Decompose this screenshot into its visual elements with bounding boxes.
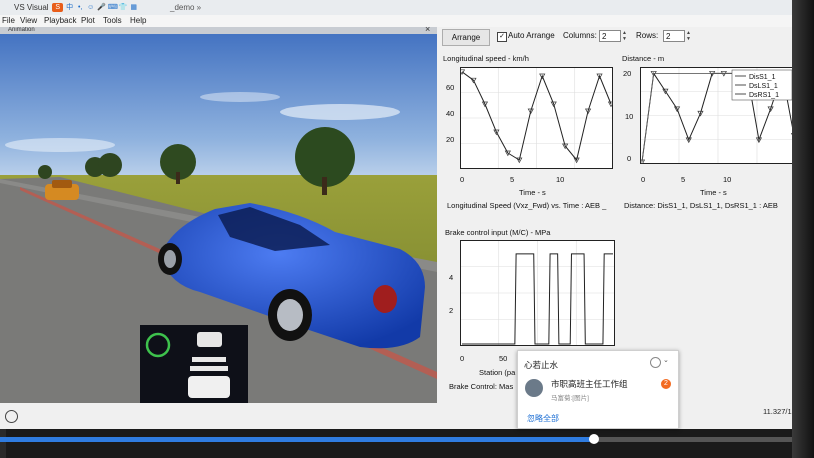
mic-icon[interactable]: 🎤 <box>97 3 106 12</box>
unread-badge: 2 <box>661 379 671 389</box>
x-tick: 0 <box>460 354 465 363</box>
brake-chart <box>460 240 615 346</box>
speed-plot[interactable]: Longitudinal speed - km/h 60 40 20 0 5 1… <box>439 49 617 214</box>
avatar <box>525 379 543 397</box>
monitor-bezel-right <box>792 0 814 458</box>
y-tick: 40 <box>446 109 455 118</box>
sogou-icon[interactable]: S <box>52 3 64 12</box>
playback-progress <box>0 437 594 442</box>
punctuation-icon[interactable]: •, <box>76 3 85 12</box>
group-name[interactable]: 市职高班主任工作组 <box>551 378 628 390</box>
x-tick: 50 <box>499 354 508 363</box>
chevron-down-icon[interactable]: ⌄ <box>663 356 669 364</box>
menu-help[interactable]: Help <box>130 16 146 25</box>
app-logo-icon <box>5 410 18 423</box>
y-tick: 20 <box>623 69 632 78</box>
speed-x-label: Time - s <box>519 188 546 197</box>
y-tick: 60 <box>446 83 455 92</box>
window-title: VS Visual <box>14 3 49 12</box>
y-tick: 10 <box>625 112 634 121</box>
ime-toolbar[interactable]: S 中 •, ☺ 🎤 ⌨ 👕 ▦ <box>52 1 138 14</box>
document-title: _demo » <box>170 3 202 12</box>
x-tick: 0 <box>641 175 646 184</box>
y-tick: 20 <box>446 135 455 144</box>
viewport-label: Animation <box>0 27 437 34</box>
ignore-all-link[interactable]: 忽略全部 <box>527 413 559 424</box>
animation-viewport[interactable]: Animation <box>0 27 437 403</box>
menu-plot[interactable]: Plot <box>81 16 95 25</box>
columns-field[interactable]: 2 <box>599 30 621 42</box>
speed-plot-title: Longitudinal speed - km/h <box>443 54 529 63</box>
distance-chart: DisS1_1 DsLS1_1 DsRS1_1 <box>640 67 796 164</box>
x-tick: 10 <box>556 175 565 184</box>
title-bar: VS Visual S 中 •, ☺ 🎤 ⌨ 👕 ▦ _demo » <box>0 0 792 15</box>
distance-plot-title: Distance - m <box>622 54 665 63</box>
arrange-button[interactable]: Arrange <box>442 29 490 46</box>
brake-plot-title: Brake control input (M/C) - MPa <box>445 228 551 237</box>
message-preview: 马富菊:[图片] <box>551 395 589 402</box>
brake-x-label: Station (pa <box>479 368 516 377</box>
x-tick: 5 <box>681 175 686 184</box>
close-icon[interactable]: × <box>425 24 430 34</box>
columns-stepper[interactable]: ▲ ▼ <box>621 30 628 42</box>
toolbox-icon[interactable]: ▦ <box>129 3 138 12</box>
menu-tools[interactable]: Tools <box>103 16 122 25</box>
emoji-icon[interactable]: ☺ <box>86 3 95 12</box>
distance-caption: Distance: DisS1_1, DsLS1_1, DsRS1_1 : AE… <box>624 201 778 210</box>
columns-label: Columns: <box>563 31 597 40</box>
auto-arrange-label: Auto Arrange <box>508 31 555 40</box>
y-tick: 2 <box>449 306 454 315</box>
y-tick: 0 <box>627 154 632 163</box>
legend-entry: DsLS1_1 <box>749 83 778 90</box>
x-tick: 5 <box>510 175 515 184</box>
rows-label: Rows: <box>636 31 659 40</box>
chinese-mode-icon[interactable]: 中 <box>65 3 74 12</box>
x-tick: 0 <box>460 175 465 184</box>
distance-plot[interactable]: Distance - m 20 10 0 DisS1_1 DsLS1_1 DsRS1… <box>620 49 796 214</box>
auto-arrange-checkbox[interactable]: ✓ <box>497 32 507 42</box>
plot-area: Arrange ✓ Auto Arrange Columns: 2 ▲ ▼ Row… <box>437 27 796 403</box>
menu-playback[interactable]: Playback <box>44 16 76 25</box>
speed-chart <box>460 67 613 169</box>
speed-caption: Longitudinal Speed (Vxz_Fwd) vs. Time : … <box>447 201 607 210</box>
plot-toolbar: Arrange ✓ Auto Arrange Columns: 2 ▲ ▼ Row… <box>437 27 792 47</box>
menu-bar: File View Playback Plot Tools Help <box>0 15 792 27</box>
scene-render <box>0 27 437 403</box>
y-tick: 4 <box>449 273 454 282</box>
legend-entry: DsRS1_1 <box>749 92 779 99</box>
legend-entry: DisS1_1 <box>749 74 776 81</box>
menu-view[interactable]: View <box>20 16 37 25</box>
rows-field[interactable]: 2 <box>663 30 685 42</box>
notification-header: 心若止水 <box>524 360 559 370</box>
skin-icon[interactable]: 👕 <box>119 3 128 12</box>
menu-file[interactable]: File <box>2 16 15 25</box>
settings-icon[interactable] <box>650 357 661 368</box>
notification-popup[interactable]: 心若止水 ⌄ 市职高班主任工作组 马富菊:[图片] 2 忽略全部 <box>517 350 679 429</box>
distance-x-label: Time - s <box>700 188 727 197</box>
keyboard-icon[interactable]: ⌨ <box>108 3 118 12</box>
playback-handle[interactable] <box>589 434 599 444</box>
rows-stepper[interactable]: ▲ ▼ <box>685 30 692 42</box>
x-tick: 10 <box>723 175 732 184</box>
brake-caption: Brake Control: Mas <box>449 382 514 391</box>
